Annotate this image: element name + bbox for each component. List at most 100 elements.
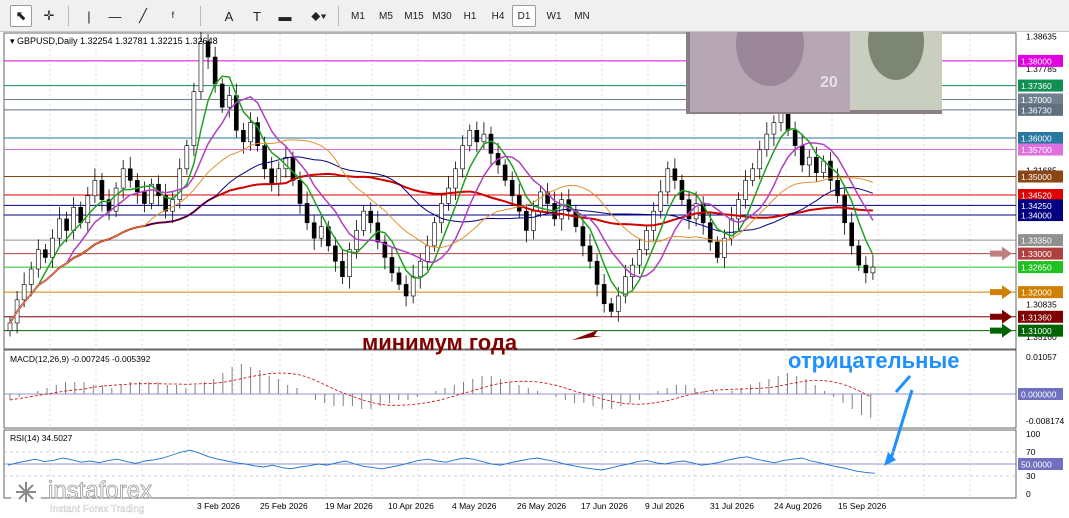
rsi-axis-label: 100 [1026, 429, 1040, 439]
date-axis-label: 19 Mar 2026 [325, 501, 373, 511]
level-label: 1.35700 [1021, 145, 1052, 155]
candle-body [248, 122, 253, 143]
candle-body [792, 129, 798, 146]
price-axis-label: 1.30835 [1026, 299, 1057, 309]
candle-body [856, 245, 862, 266]
candle-body [502, 164, 508, 181]
negative-annotation: отрицательные [788, 348, 959, 373]
level-label: 1.35000 [1021, 172, 1052, 182]
candle-body [814, 156, 819, 173]
instaforex-brand: instaforex [48, 477, 152, 504]
level-label: 1.36000 [1021, 133, 1052, 143]
shapes-menu-icon[interactable]: ⬥▾ [304, 5, 334, 27]
candle-body [50, 237, 55, 258]
candle-body [417, 260, 423, 278]
candle-body [799, 145, 805, 166]
candle-body [446, 187, 451, 204]
timeframe-m15-button[interactable]: M15 [400, 5, 428, 27]
text-label-tool-icon[interactable]: T [246, 5, 268, 27]
cursor-tool-icon[interactable]: ⬉ [10, 5, 32, 27]
candle-body [608, 303, 614, 312]
crosshair-tool-icon[interactable]: ✛ [38, 5, 60, 27]
level-label: 1.37000 [1021, 95, 1052, 105]
timeframe-w1-button[interactable]: W1 [542, 5, 566, 27]
candle-body [509, 180, 515, 197]
instaforex-logo-mark [16, 482, 36, 502]
rsi-axis-label: 70 [1026, 447, 1036, 457]
timeframe-m1-button[interactable]: M1 [346, 5, 370, 27]
timeframe-h1-button[interactable]: H1 [458, 5, 482, 27]
candle-body [177, 168, 183, 200]
price-axis-label: 1.38635 [1026, 32, 1057, 41]
candle-body [304, 203, 310, 224]
fibonacci-tool-icon[interactable]: ᶠ [162, 5, 184, 27]
candle-body [297, 180, 303, 204]
trend-line-tool-icon[interactable]: ╱ [132, 5, 154, 27]
candle-body [71, 207, 76, 231]
candle-body [432, 222, 437, 247]
candle-body [821, 160, 826, 173]
level-label: 1.31360 [1021, 312, 1052, 322]
candle-body [651, 210, 656, 231]
timeframe-m30-button[interactable]: M30 [428, 5, 456, 27]
candle-body [644, 230, 649, 251]
candle-body [771, 122, 777, 135]
candle-body [658, 191, 664, 212]
vertical-line-tool-icon[interactable]: | [78, 5, 100, 27]
candle-body [453, 168, 458, 189]
date-axis-label: 9 Jul 2026 [645, 501, 684, 511]
candle-body [488, 133, 494, 154]
candle-body [347, 249, 352, 278]
candle-body [806, 156, 812, 166]
candle-body [743, 180, 748, 200]
date-axis-label: 26 May 2026 [517, 501, 566, 511]
candle-body [212, 56, 218, 85]
level-label: 1.36730 [1021, 105, 1052, 115]
candle-body [460, 145, 465, 170]
year-low-annotation: минимум года [362, 330, 518, 355]
candle-body [587, 245, 593, 262]
candle-body [120, 168, 126, 189]
candle-body [269, 168, 275, 185]
date-axis-label: 4 May 2026 [452, 501, 497, 511]
timeframe-h4-button[interactable]: H4 [486, 5, 510, 27]
candle-body [580, 226, 586, 247]
horizontal-line-tool-icon[interactable]: — [104, 5, 126, 27]
date-axis-label: 31 Jul 2026 [710, 501, 754, 511]
toolbar: ⬉ ✛ | — ╱ ᶠ A T ▬ ⬥▾ M1 M5 M15 M30 H1 H4 D1 W1 MN [0, 0, 1069, 32]
timeframe-m5-button[interactable]: M5 [374, 5, 398, 27]
timeframe-d1-button[interactable]: D1 [512, 5, 536, 27]
candle-body [28, 268, 34, 285]
candle-body [92, 180, 98, 197]
candle-body [403, 284, 409, 297]
level-label: 1.33350 [1021, 236, 1052, 246]
candle-body [241, 129, 246, 143]
candle-body [219, 83, 225, 108]
price-chart: 1.386351.377851.368001.316851.308351.351… [3, 32, 1065, 515]
macd-axis-label: -0.008174 [1026, 416, 1065, 426]
candle-body [637, 249, 642, 266]
macd-axis-label: 0.01057 [1026, 352, 1057, 362]
candle-body [21, 284, 27, 301]
symbol-info: ▾ GBPUSD,Daily 1.32254 1.32781 1.32215 1… [10, 36, 218, 46]
candle-body [516, 195, 522, 212]
text-tool-icon[interactable]: A [218, 5, 240, 27]
candle-body [757, 149, 763, 170]
timeframe-mn-button[interactable]: MN [570, 5, 594, 27]
rectangle-tool-icon[interactable]: ▬ [274, 5, 296, 27]
level-label: 1.33000 [1021, 249, 1052, 259]
candle-body [467, 129, 473, 146]
candle-body [715, 241, 720, 258]
candle-body [474, 129, 480, 143]
candle-body [64, 218, 69, 231]
candle-body [85, 195, 91, 224]
candle-body [368, 210, 374, 224]
level-label: 1.32000 [1021, 288, 1052, 298]
candle-body [665, 168, 671, 193]
candle-body [318, 226, 324, 239]
candle-body [184, 145, 190, 170]
candle-body [234, 95, 239, 131]
level-label: 1.34000 [1021, 211, 1052, 221]
candle-body [750, 168, 755, 181]
rsi-axis-label: 0 [1026, 489, 1031, 499]
